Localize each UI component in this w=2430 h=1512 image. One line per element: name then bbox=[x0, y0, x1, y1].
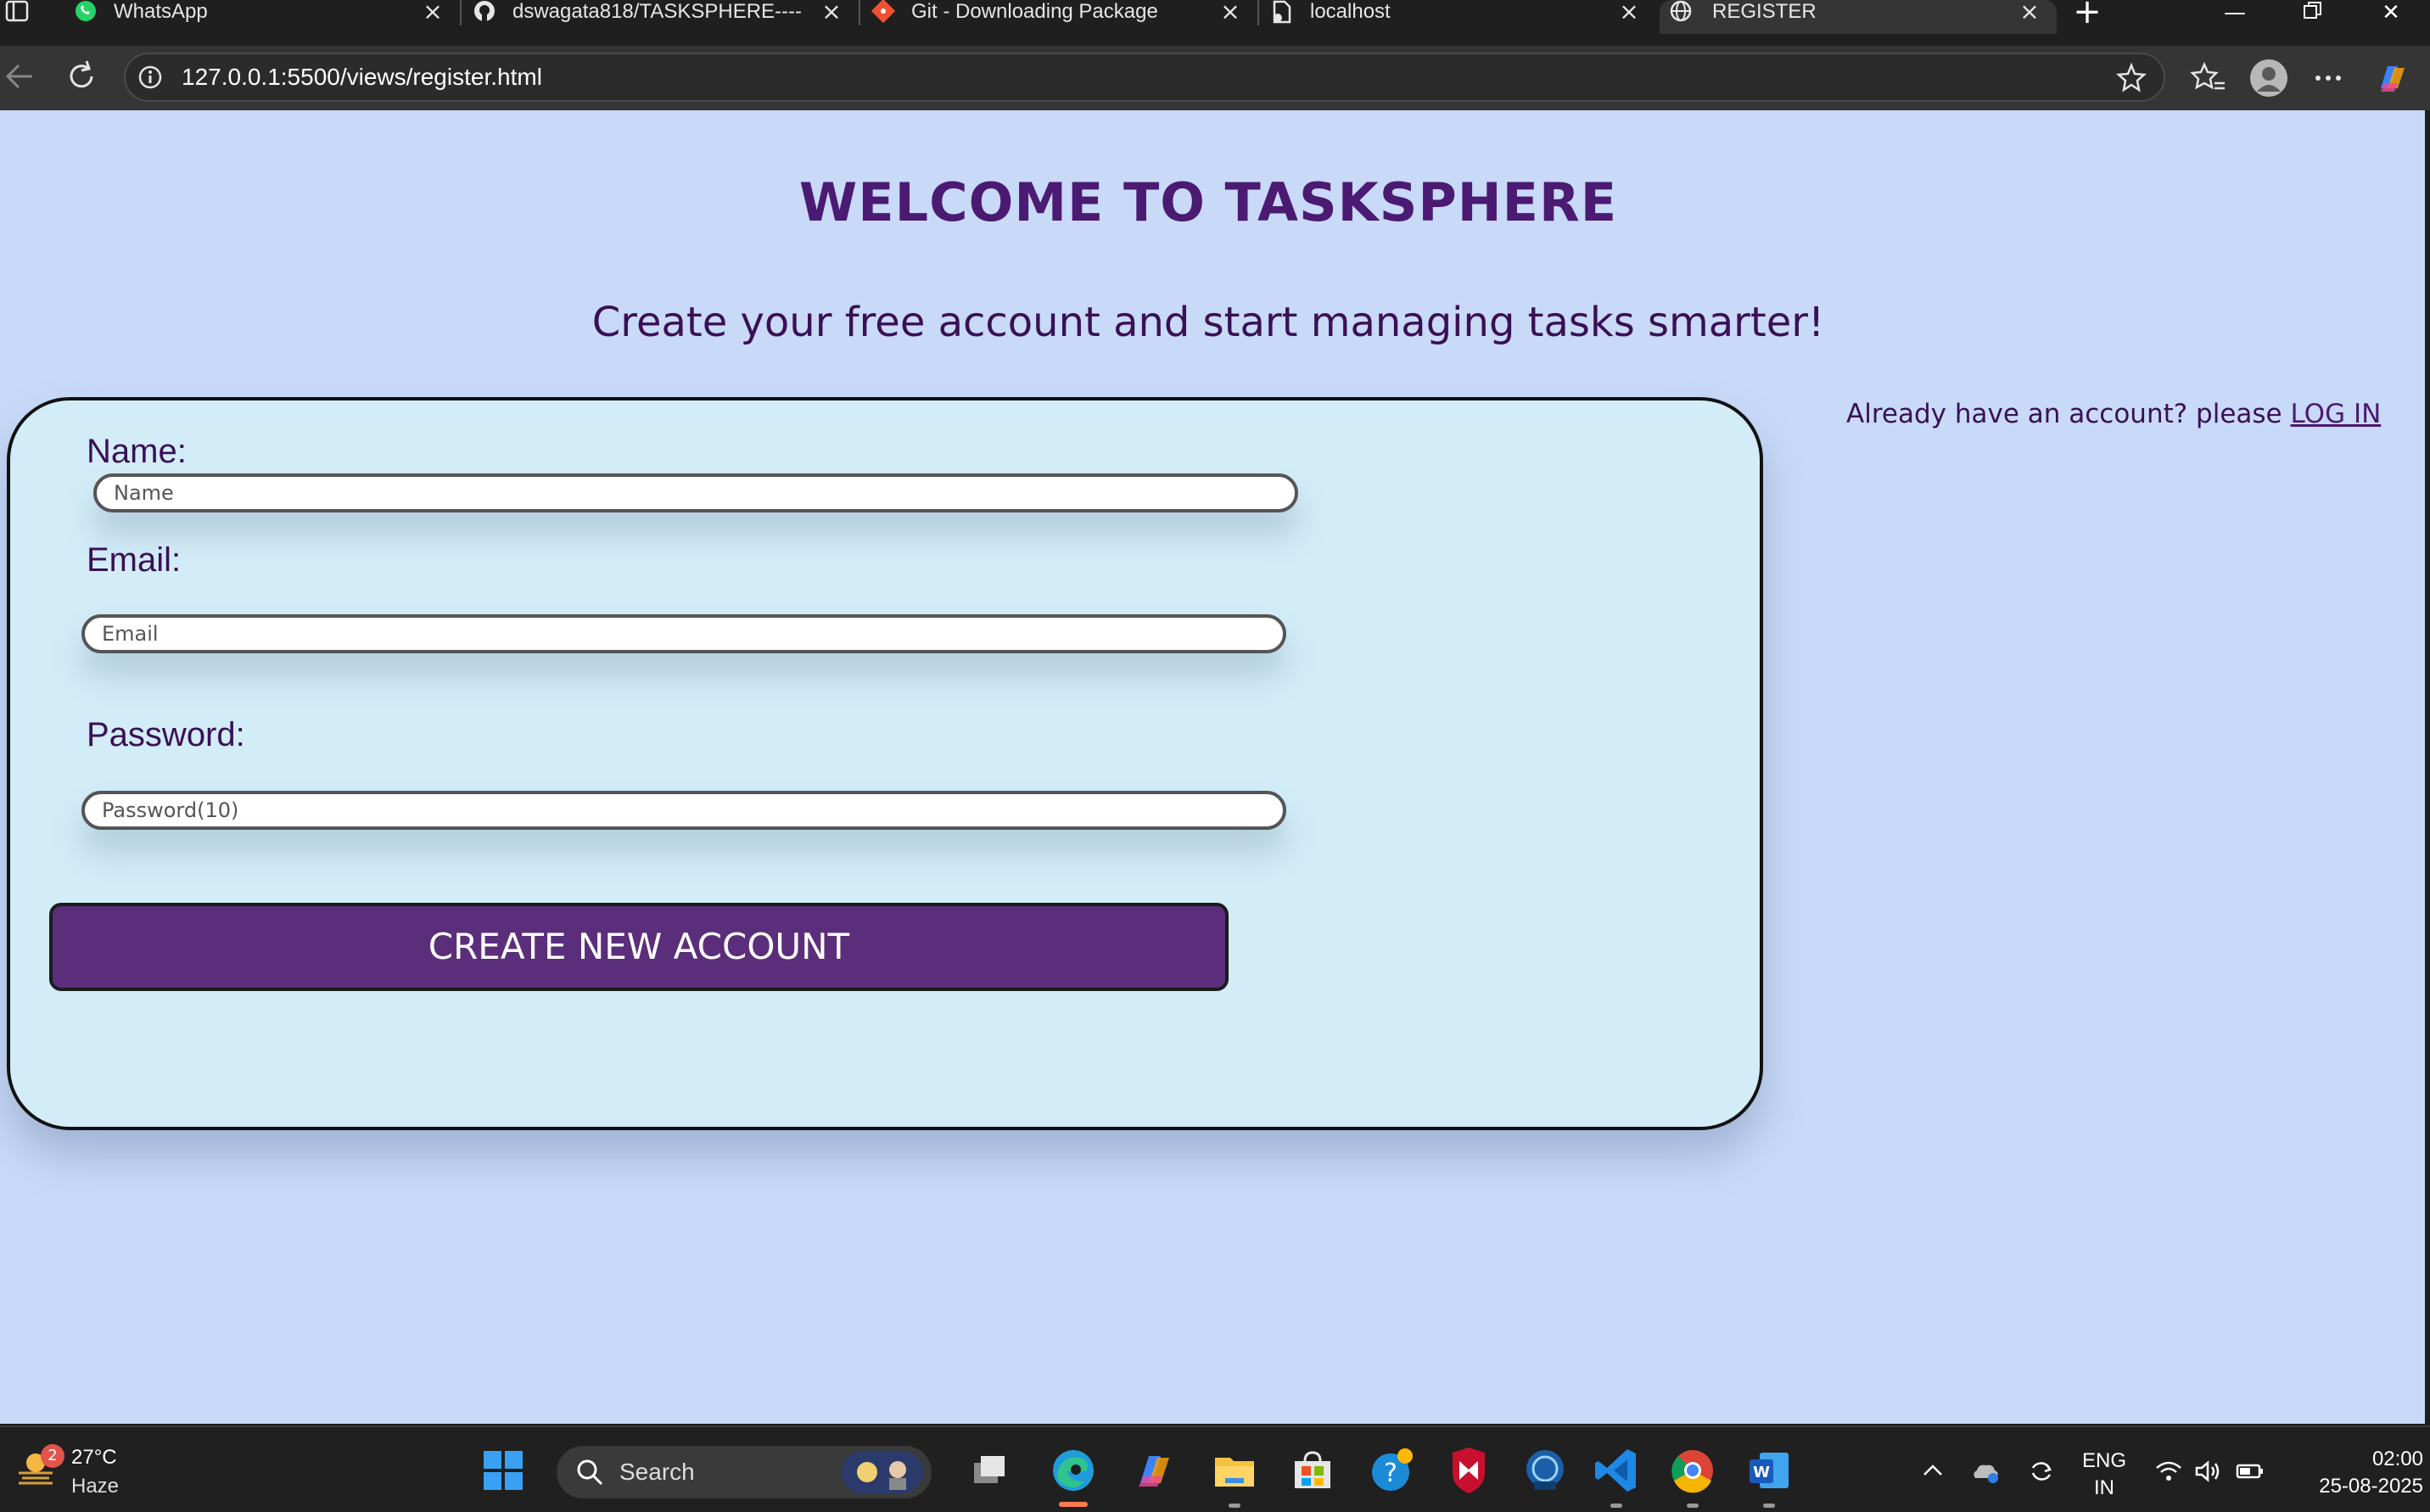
microsoft-store-icon[interactable] bbox=[1286, 1444, 1339, 1497]
running-app-indicator bbox=[1763, 1504, 1775, 1508]
chrome-icon[interactable] bbox=[1666, 1444, 1719, 1497]
github-icon bbox=[472, 0, 499, 25]
name-input[interactable] bbox=[114, 477, 1278, 509]
running-app-indicator bbox=[1687, 1504, 1699, 1508]
create-account-button[interactable]: CREATE NEW ACCOUNT bbox=[49, 903, 1229, 991]
word-icon[interactable]: W bbox=[1743, 1444, 1795, 1497]
favorites-icon[interactable] bbox=[2187, 58, 2228, 98]
search-highlight-icon bbox=[842, 1451, 923, 1493]
weather-description[interactable]: Haze bbox=[71, 1475, 119, 1498]
sync-icon[interactable] bbox=[2026, 1456, 2057, 1487]
address-bar[interactable]: 127.0.0.1:5500/views/register.html bbox=[124, 53, 2165, 102]
login-prompt: Already have an account? please LOG IN bbox=[1846, 399, 2381, 429]
tab-register[interactable]: REGISTER × bbox=[1660, 0, 2057, 34]
tab-title: REGISTER bbox=[1712, 0, 1817, 23]
name-label: Name: bbox=[87, 433, 187, 470]
taskbar-search[interactable]: Search bbox=[557, 1446, 932, 1498]
register-page: WELCOME TO TASKSPHERE Create your free a… bbox=[0, 110, 2425, 1424]
browser-tab-strip: WhatsApp × dswagata818/TASKSPHERE-----S … bbox=[0, 0, 2430, 46]
email-input[interactable] bbox=[102, 618, 1266, 650]
close-icon[interactable]: × bbox=[421, 0, 445, 24]
browser-toolbar: 127.0.0.1:5500/views/register.html bbox=[0, 46, 2430, 110]
close-window-icon[interactable]: ✕ bbox=[2366, 0, 2416, 25]
svg-text:?: ? bbox=[1384, 1459, 1397, 1488]
copilot-icon[interactable] bbox=[2372, 58, 2413, 98]
page-title: WELCOME TO TASKSPHERE bbox=[798, 171, 1618, 233]
password-field[interactable] bbox=[81, 791, 1286, 830]
tab-git-download[interactable]: Git - Downloading Package × bbox=[871, 0, 1244, 34]
register-form-card: Name: Email: Password: CREATE NEW ACCOUN… bbox=[7, 397, 1763, 1130]
battery-icon[interactable] bbox=[2235, 1456, 2265, 1487]
get-help-icon[interactable]: ? bbox=[1366, 1444, 1419, 1497]
running-app-indicator bbox=[1610, 1504, 1622, 1508]
mcafee-icon[interactable] bbox=[1442, 1444, 1495, 1497]
password-input[interactable] bbox=[102, 794, 1266, 826]
vscode-icon[interactable] bbox=[1590, 1444, 1643, 1497]
tab-github[interactable]: dswagata818/TASKSPHERE-----S × bbox=[472, 0, 845, 34]
close-icon[interactable]: × bbox=[820, 0, 843, 24]
tab-separator bbox=[859, 0, 860, 25]
password-label: Password: bbox=[87, 716, 245, 753]
profile-avatar-icon[interactable] bbox=[2248, 58, 2289, 98]
tab-actions-icon[interactable] bbox=[5, 0, 42, 25]
url-text[interactable]: 127.0.0.1:5500/views/register.html bbox=[182, 54, 542, 100]
login-link[interactable]: LOG IN bbox=[2291, 399, 2382, 429]
close-icon[interactable]: × bbox=[1617, 0, 1641, 24]
clock-time[interactable]: 02:00 bbox=[2308, 1448, 2423, 1471]
tab-title: Git - Downloading Package bbox=[911, 0, 1158, 23]
active-app-indicator bbox=[1059, 1502, 1088, 1507]
git-icon bbox=[871, 0, 898, 25]
svg-text:W: W bbox=[1753, 1464, 1770, 1481]
new-tab-button[interactable]: + bbox=[2070, 0, 2104, 29]
close-icon[interactable]: × bbox=[1218, 0, 1242, 24]
tab-separator bbox=[460, 0, 462, 25]
page-subtitle: Create your free account and start manag… bbox=[591, 299, 1825, 346]
volume-icon[interactable] bbox=[2192, 1456, 2223, 1487]
search-icon bbox=[575, 1458, 604, 1487]
file-explorer-icon[interactable] bbox=[1208, 1444, 1261, 1497]
wifi-icon[interactable] bbox=[2153, 1456, 2184, 1487]
copilot-app-icon[interactable] bbox=[1128, 1444, 1181, 1497]
tab-title: WhatsApp bbox=[114, 0, 208, 23]
back-icon[interactable] bbox=[0, 54, 44, 98]
tab-whatsapp[interactable]: WhatsApp × bbox=[73, 0, 446, 34]
whatsapp-icon bbox=[73, 0, 100, 25]
beta-app-icon[interactable] bbox=[1519, 1444, 1571, 1497]
tab-title: localhost bbox=[1310, 0, 1391, 23]
tab-separator bbox=[1257, 0, 1259, 25]
close-icon[interactable]: × bbox=[2018, 0, 2041, 24]
notification-badge: 2 bbox=[41, 1444, 64, 1468]
email-field[interactable] bbox=[81, 614, 1286, 653]
globe-icon bbox=[1668, 0, 1695, 25]
tab-localhost[interactable]: localhost × bbox=[1269, 0, 1643, 34]
onedrive-icon[interactable] bbox=[1970, 1456, 2001, 1487]
minimize-icon[interactable]: — bbox=[2209, 0, 2260, 25]
refresh-icon[interactable] bbox=[59, 54, 104, 98]
windows-taskbar: 2 27°C Haze Search ? W ENG IN 02:00 25-0… bbox=[0, 1425, 2430, 1512]
start-icon[interactable] bbox=[477, 1444, 529, 1497]
language-indicator[interactable]: ENG bbox=[2079, 1449, 2130, 1473]
email-label: Email: bbox=[87, 541, 182, 579]
tab-title: dswagata818/TASKSPHERE-----S bbox=[512, 0, 801, 23]
region-indicator[interactable]: IN bbox=[2079, 1476, 2130, 1500]
chevron-up-icon[interactable] bbox=[1918, 1456, 1948, 1487]
restore-icon[interactable] bbox=[2287, 0, 2338, 25]
search-label: Search bbox=[619, 1459, 695, 1485]
login-prompt-text: Already have an account? please bbox=[1846, 399, 2291, 429]
more-options-icon[interactable] bbox=[2308, 58, 2349, 98]
clock-date[interactable]: 25-08-2025 bbox=[2284, 1475, 2423, 1498]
name-field[interactable] bbox=[93, 473, 1298, 512]
info-icon[interactable] bbox=[137, 64, 163, 90]
weather-temperature[interactable]: 27°C bbox=[71, 1446, 117, 1470]
edge-browser-icon[interactable] bbox=[1047, 1444, 1100, 1497]
document-icon bbox=[1269, 0, 1296, 25]
favorite-star-icon[interactable] bbox=[2115, 62, 2147, 93]
running-app-indicator bbox=[1229, 1504, 1240, 1508]
task-view-icon[interactable] bbox=[962, 1444, 1015, 1497]
